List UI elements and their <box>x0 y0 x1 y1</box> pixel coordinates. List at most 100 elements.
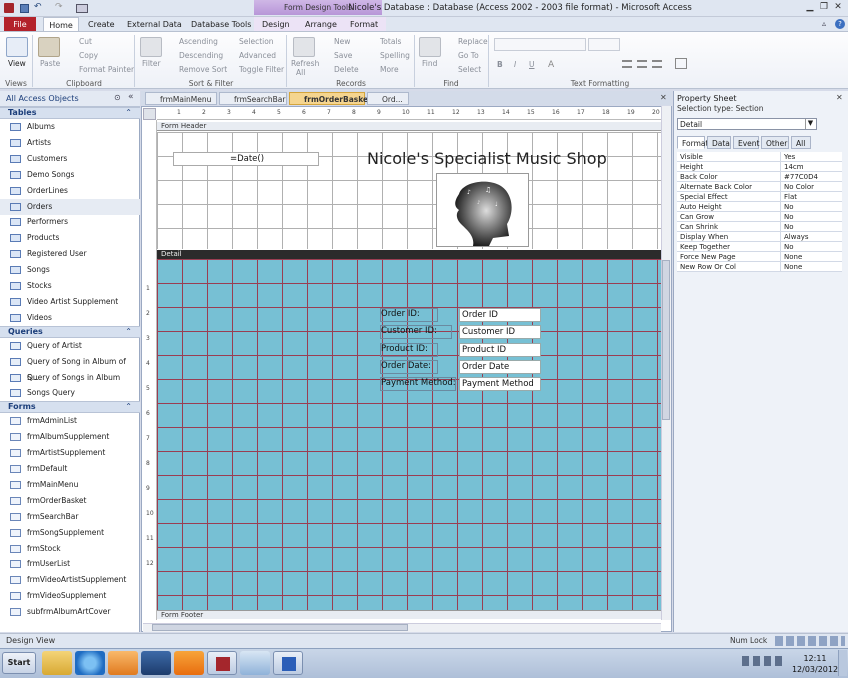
redo-icon[interactable]: ↷ <box>55 2 63 12</box>
restore-button[interactable]: ❐ <box>818 2 830 13</box>
property-row[interactable]: Display When Always <box>677 232 842 242</box>
property-value[interactable]: 14cm <box>780 162 842 172</box>
internet-explorer-icon[interactable] <box>75 651 105 675</box>
nav-item[interactable]: Demo Songs <box>0 167 140 183</box>
ascending-button[interactable]: Ascending <box>179 37 218 46</box>
totals-button[interactable]: Totals <box>380 37 401 46</box>
horizontal-scroll-thumb[interactable] <box>152 624 408 631</box>
property-row[interactable]: Special Effect Flat <box>677 192 842 202</box>
close-button[interactable]: ✕ <box>832 2 844 13</box>
property-tab[interactable]: Data <box>707 136 731 149</box>
nav-item[interactable]: frmAdminList <box>0 413 140 429</box>
media-player-icon[interactable] <box>108 651 138 675</box>
copy-button[interactable]: Copy <box>79 51 98 60</box>
nav-item[interactable]: frmMainMenu <box>0 477 140 493</box>
align-center-icon[interactable] <box>637 60 647 68</box>
print-icon[interactable] <box>76 4 88 13</box>
nav-item[interactable]: Query of Songs in Album <box>0 370 140 386</box>
nav-item[interactable]: OrderLines <box>0 183 140 199</box>
nav-item[interactable]: Songs <box>0 262 140 278</box>
field-textbox[interactable]: Customer ID <box>459 325 541 339</box>
advanced-button[interactable]: Advanced <box>239 51 276 60</box>
nav-item[interactable]: frmUserList <box>0 556 140 572</box>
tab-create[interactable]: Create <box>80 17 123 32</box>
show-desktop-button[interactable] <box>838 650 847 676</box>
nav-item[interactable]: Stocks <box>0 278 140 294</box>
property-value[interactable]: No <box>780 242 842 252</box>
nav-item[interactable]: frmDefault <box>0 461 140 477</box>
field-textbox[interactable]: Product ID <box>459 343 541 357</box>
cut-button[interactable]: Cut <box>79 37 92 46</box>
ribbon-minimize-icon[interactable]: ▵ <box>822 19 826 28</box>
nav-item[interactable]: Products <box>0 230 140 246</box>
nav-item[interactable]: Songs Query <box>0 385 140 401</box>
view-icon[interactable] <box>6 37 28 57</box>
collapse-chevron-icon[interactable]: ⌃ <box>125 327 132 337</box>
nav-item[interactable]: Query of Song in Album of S... <box>0 354 140 382</box>
word-taskbar-icon[interactable] <box>273 651 303 675</box>
font-color-icon[interactable]: A <box>548 60 554 70</box>
property-value[interactable]: No <box>780 202 842 212</box>
property-value[interactable]: No Color <box>780 182 842 192</box>
collapse-chevron-icon[interactable]: ⌃ <box>125 402 132 412</box>
nav-item[interactable]: Performers <box>0 214 140 230</box>
filter-icon[interactable] <box>140 37 162 57</box>
tab-arrange[interactable]: Arrange <box>297 17 345 32</box>
clock-time[interactable]: 12:11 <box>800 654 830 663</box>
minimize-button[interactable]: ▁ <box>804 2 816 13</box>
detail-band[interactable]: Detail <box>157 250 661 259</box>
property-tab[interactable]: Event <box>733 136 760 149</box>
property-value[interactable]: Flat <box>780 192 842 202</box>
property-tab[interactable]: All <box>791 136 811 149</box>
music-head-logo-image[interactable]: ♪ ♫ ♩ ♪ <box>436 173 529 247</box>
save-record-button[interactable]: Save <box>334 51 352 60</box>
nav-item[interactable]: frmSearchBar <box>0 509 140 525</box>
access-app-icon[interactable] <box>4 3 14 13</box>
nav-item[interactable]: frmArtistSupplement <box>0 445 140 461</box>
nav-item[interactable]: frmAlbumSupplement <box>0 429 140 445</box>
selection-dropdown[interactable]: Detail ▼ <box>677 118 817 130</box>
form-header-band[interactable]: Form Header <box>157 122 661 131</box>
nav-category-queries[interactable]: Queries ⌃ <box>0 325 140 338</box>
paste-icon[interactable] <box>38 37 60 57</box>
nav-item[interactable]: Customers <box>0 151 140 167</box>
property-row[interactable]: Visible Yes <box>677 152 842 162</box>
doc-tab-orders[interactable]: Ord... <box>367 92 409 105</box>
toggle-filter-button[interactable]: Toggle Filter <box>239 65 284 74</box>
doc-tab-frmmainmenu[interactable]: frmMainMenu <box>145 92 217 105</box>
nav-item[interactable]: frmVideoArtistSupplement <box>0 572 140 588</box>
property-row[interactable]: Height 14cm <box>677 162 842 172</box>
tab-format[interactable]: Format <box>342 17 387 32</box>
goto-button[interactable]: Go To <box>458 51 479 60</box>
nav-item[interactable]: Artists <box>0 135 140 151</box>
tab-external-data[interactable]: External Data <box>119 17 190 32</box>
refresh-icon[interactable] <box>293 37 315 57</box>
doc-tab-frmorderbasket[interactable]: frmOrderBasket <box>289 92 372 105</box>
nav-item[interactable]: Videos <box>0 310 140 326</box>
form-title-label[interactable]: Nicole's Specialist Music Shop <box>367 149 607 168</box>
vertical-scroll-thumb[interactable] <box>662 260 670 420</box>
nav-item[interactable]: Albums <box>0 119 140 135</box>
nav-item[interactable]: frmStock <box>0 541 140 557</box>
more-button[interactable]: More <box>380 65 399 74</box>
property-row[interactable]: New Row Or Col None <box>677 262 842 272</box>
property-value[interactable]: No <box>780 212 842 222</box>
nav-item[interactable]: frmSongSupplement <box>0 525 140 541</box>
view-button[interactable]: View <box>8 59 26 68</box>
nav-header[interactable]: All Access Objects ⊙ « <box>0 91 140 107</box>
nav-category-forms[interactable]: Forms ⌃ <box>0 401 140 414</box>
vlc-icon[interactable] <box>174 651 204 675</box>
property-row[interactable]: Keep Together No <box>677 242 842 252</box>
tab-design[interactable]: Design <box>254 17 298 32</box>
delete-record-button[interactable]: Delete <box>334 65 359 74</box>
collapse-chevron-icon[interactable]: ⌃ <box>125 108 132 118</box>
property-row[interactable]: Alternate Back Color No Color <box>677 182 842 192</box>
tab-database-tools[interactable]: Database Tools <box>183 17 259 32</box>
clock-date[interactable]: 12/03/2012 <box>790 665 840 674</box>
date-control[interactable]: =Date() <box>173 152 319 166</box>
align-right-icon[interactable] <box>652 60 662 68</box>
doc-tab-frmsearchbar[interactable]: frmSearchBar <box>219 92 287 105</box>
property-value[interactable]: Yes <box>780 152 842 162</box>
property-row[interactable]: Auto Height No <box>677 202 842 212</box>
replace-button[interactable]: Replace <box>458 37 488 46</box>
